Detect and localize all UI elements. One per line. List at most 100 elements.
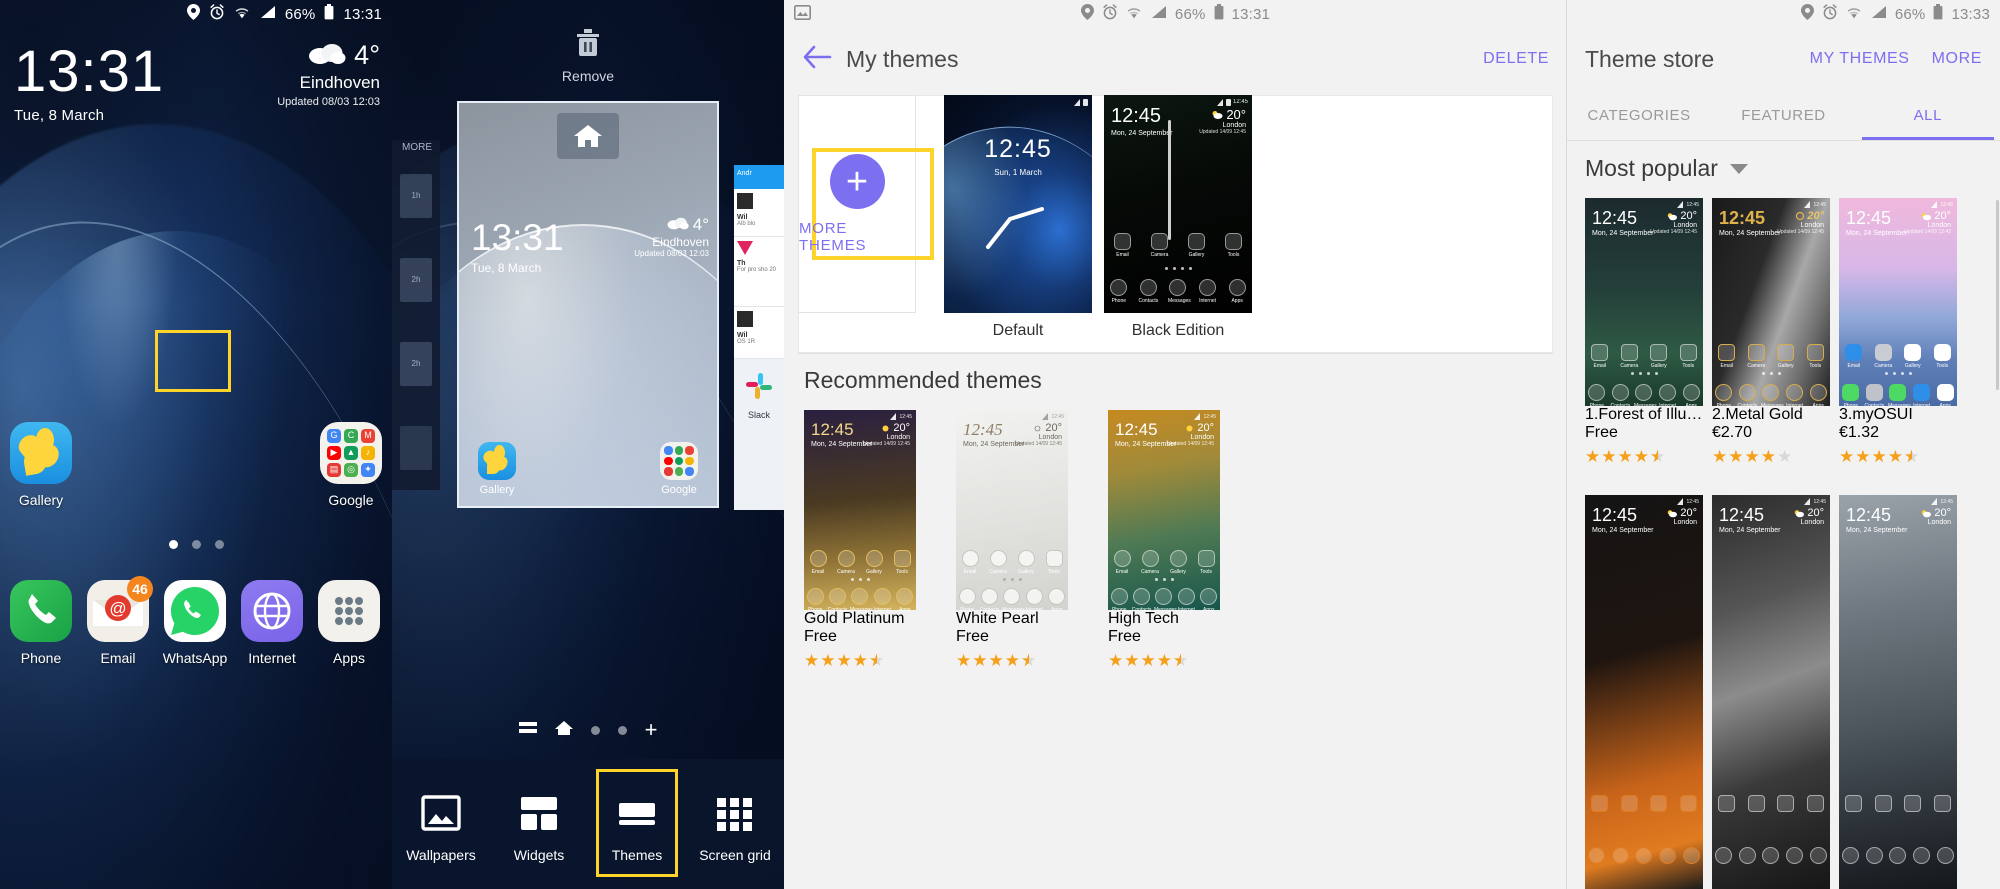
google-folder-icon xyxy=(660,442,698,480)
peek-bar: 2h xyxy=(400,258,432,302)
mini-temp: 20° xyxy=(893,422,910,434)
peek-app-slack[interactable]: Slack xyxy=(734,369,784,420)
app-icon-google[interactable]: GCM ▶ ▲ ♪ ▤ ◎ ✦ Google xyxy=(314,422,388,508)
back-arrow-icon[interactable] xyxy=(802,44,832,74)
theme-thumbnail: 12:45 12:45 Mon, 24 September 20° London xyxy=(1839,495,1957,889)
section-divider xyxy=(798,353,1553,354)
mini-clock: 12:45 xyxy=(1592,505,1638,525)
mini-updated: Updated 14/09 12:45 xyxy=(1777,229,1824,235)
cloud-icon xyxy=(308,41,346,70)
wifi-icon xyxy=(1846,5,1862,23)
mini-icon-row xyxy=(1712,795,1830,812)
remove-drop-target[interactable]: Remove xyxy=(392,26,784,84)
lockscreen-clock-block: 13:31 Tue, 8 March xyxy=(14,42,164,124)
app-icon-gallery[interactable]: Gallery xyxy=(4,422,78,508)
more-button[interactable]: MORE xyxy=(1932,50,1982,68)
notification-item[interactable]: Th For pro sho 20 xyxy=(734,237,784,307)
notification-peek-right[interactable]: Andr Wil Alb blo Th For pro sho 20 Wil O… xyxy=(734,165,784,510)
mini-icon-label: Gallery xyxy=(1188,252,1205,258)
page-dot[interactable] xyxy=(214,540,224,549)
recents-peek-left[interactable]: 1h 2h 2h xyxy=(392,140,440,490)
screenshot-stage: 66% 13:31 13:31 Tue, 8 March 4° Eindhove… xyxy=(0,0,2000,889)
recommended-card-white-pearl[interactable]: 12:45 12:45 Mon, 24 September 20° London… xyxy=(956,410,1068,669)
toolbar-item-screen-grid[interactable]: Screen grid xyxy=(686,785,784,863)
theme-thumbnail: 12:45 Sun, 1 March xyxy=(944,95,1092,313)
mini-clock: 12:45 xyxy=(1846,208,1892,228)
mini-weather: 20° London Updated 14/09 12:45 xyxy=(863,422,910,447)
store-scrollbar[interactable] xyxy=(1996,200,1999,390)
mini-dock-row xyxy=(1585,847,1703,864)
toolbar-selection-highlight xyxy=(596,769,678,877)
store-card-greyline[interactable]: 12:45 12:45 Mon, 24 September 20° London xyxy=(1712,495,1830,889)
weather-widget[interactable]: 4° Eindhoven Updated 08/03 12:03 xyxy=(277,40,380,108)
dock-icon-email[interactable]: @ 46 Email xyxy=(81,576,155,666)
mini-temp: 20° xyxy=(1934,210,1951,222)
phone-icon xyxy=(10,580,72,642)
page-grid-icon[interactable] xyxy=(518,721,537,740)
chevron-down-icon[interactable] xyxy=(1729,163,1748,174)
empty-slot-selection[interactable] xyxy=(155,330,231,392)
dock-icon-whatsapp[interactable]: WhatsApp xyxy=(158,580,232,666)
dock-icon-phone[interactable]: Phone xyxy=(4,580,78,666)
theme-name: Black Edition xyxy=(1131,322,1225,339)
toolbar-item-widgets[interactable]: Widgets xyxy=(490,785,588,863)
page-dot[interactable] xyxy=(590,725,600,735)
theme-card-black-edition[interactable]: 12:45 12:45 Mon, 24 September 20° London… xyxy=(1104,95,1252,340)
mini-icon-row xyxy=(1839,795,1957,812)
theme-thumbnail: 12:45 12:45 Mon, 24 September 20° London… xyxy=(1104,95,1252,313)
notification-item[interactable]: Wil OS 1R xyxy=(734,307,784,359)
whatsapp-icon xyxy=(164,580,226,642)
more-themes-card[interactable]: + MORE THEMES xyxy=(798,95,934,313)
notification-item[interactable]: Wil Alb blo xyxy=(734,189,784,237)
theme-thumbnail: 12:45 12:45 Mon, 24 September 20° London… xyxy=(1585,198,1703,409)
notif-title: Wil xyxy=(737,332,748,339)
store-card-myosui[interactable]: 12:45 12:45 Mon, 24 September 20° London… xyxy=(1839,198,1957,465)
homescreen-preview-card[interactable]: 13:31 Tue, 8 March 4° Eindhoven Updated … xyxy=(457,101,719,508)
recommended-card-high-tech[interactable]: 12:45 12:45 Mon, 24 September 20° London… xyxy=(1108,410,1220,669)
preview-app-google[interactable]: Google xyxy=(651,442,707,496)
tab-all[interactable]: ALL xyxy=(1856,90,2000,140)
peek-bar: 2h xyxy=(400,342,432,386)
battery-percent: 66% xyxy=(1174,5,1206,23)
sort-control[interactable]: Most popular xyxy=(1585,155,1748,182)
store-card-metal-gold[interactable]: 12:45 12:45 Mon, 24 September 20° London… xyxy=(1712,198,1830,465)
mini-updated: Updated 14/09 12:45 xyxy=(863,441,910,447)
tab-featured[interactable]: FEATURED xyxy=(1711,90,1855,140)
mini-updated: Updated 14/09 12:45 xyxy=(1650,229,1697,235)
my-themes-button[interactable]: MY THEMES xyxy=(1810,50,1910,68)
mini-dock-row: Phone Contacts Messages Internet Apps xyxy=(1585,384,1703,409)
home-page-icon[interactable] xyxy=(554,720,573,741)
add-page-button[interactable]: + xyxy=(645,719,658,741)
location-icon xyxy=(1800,4,1814,24)
store-card-forest[interactable]: 12:45 12:45 Mon, 24 September 20° London… xyxy=(1585,198,1703,465)
theme-row-scrollbar[interactable] xyxy=(1168,120,1171,240)
edit-page-indicator[interactable]: + xyxy=(392,719,784,741)
dock-icon-internet[interactable]: Internet xyxy=(235,580,309,666)
notif-sub: OS 1R xyxy=(737,339,756,345)
home-icon[interactable] xyxy=(557,113,619,159)
mini-weather: 20° London Updated 14/09 12:45 xyxy=(1777,210,1824,235)
delete-button[interactable]: DELETE xyxy=(1483,50,1549,68)
store-card-orange[interactable]: 12:45 12:45 Mon, 24 September 20° London xyxy=(1585,495,1703,889)
wifi-icon xyxy=(1126,5,1142,23)
store-card-city[interactable]: 12:45 12:45 Mon, 24 September 20° London xyxy=(1839,495,1957,889)
mini-clock: 12:45 xyxy=(1592,208,1638,228)
recommended-card-gold-platinum[interactable]: 12:45 12:45 Mon, 24 September 20° London… xyxy=(804,410,916,669)
toolbar-item-wallpapers[interactable]: Wallpapers xyxy=(392,785,490,863)
mini-city: London xyxy=(1927,222,1951,229)
email-icon: @ 46 xyxy=(87,576,153,642)
page-indicator[interactable] xyxy=(0,540,392,549)
battery-percent: 66% xyxy=(284,5,316,23)
dock-icon-apps[interactable]: Apps xyxy=(312,580,386,666)
theme-thumbnail: 12:45 12:45 Mon, 24 September 20° London… xyxy=(804,410,916,613)
preview-app-gallery[interactable]: Gallery xyxy=(469,442,525,496)
page-dot[interactable] xyxy=(617,725,627,735)
tab-categories[interactable]: CATEGORIES xyxy=(1567,90,1711,140)
battery-icon xyxy=(1214,4,1224,24)
toolbar-item-themes[interactable]: Themes xyxy=(588,769,686,877)
theme-card-default[interactable]: 12:45 Sun, 1 March Default xyxy=(944,95,1092,340)
mini-clock: 12:45 xyxy=(1719,505,1765,525)
page-dot[interactable] xyxy=(168,540,178,549)
panel-my-themes: 66% 13:31 My themes DELETE + MORE THEMES xyxy=(784,0,1567,889)
page-dot[interactable] xyxy=(191,540,201,549)
